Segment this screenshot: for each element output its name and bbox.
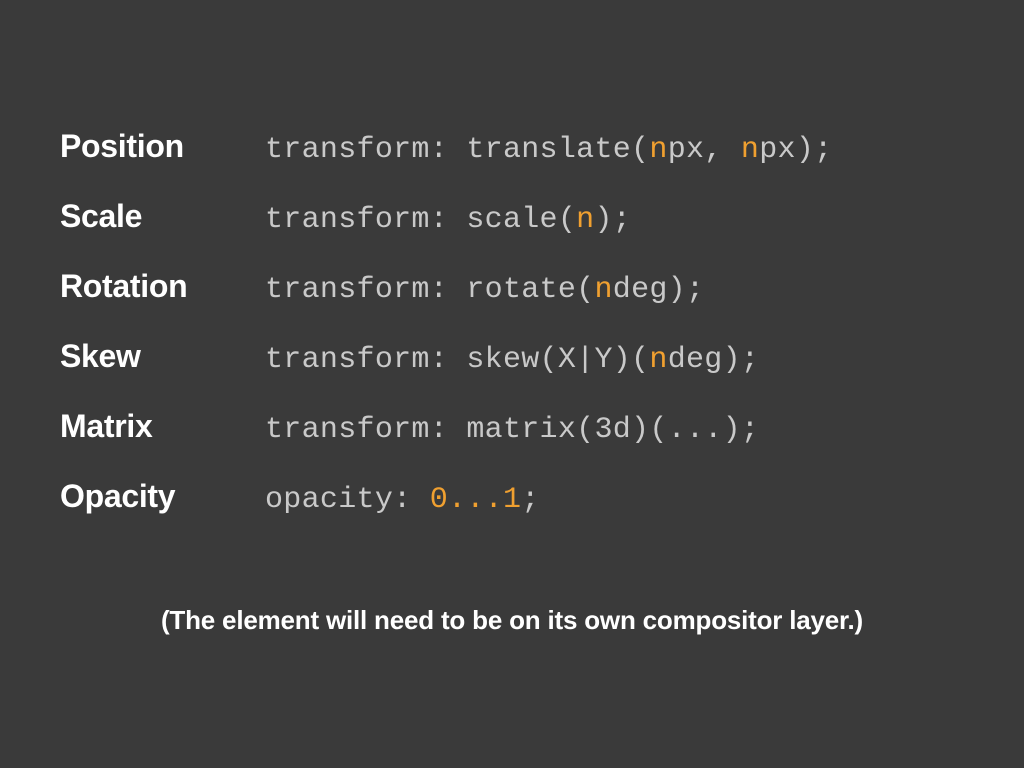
code-segment: transform: scale( xyxy=(265,203,576,237)
code-snippet: transform: rotate(ndeg); xyxy=(265,273,704,307)
code-highlight: n xyxy=(594,273,612,307)
code-snippet: transform: matrix(3d)(...); xyxy=(265,413,759,447)
table-row: Matrixtransform: matrix(3d)(...); xyxy=(60,408,964,447)
property-label: Opacity xyxy=(60,478,265,515)
footnote-text: (The element will need to be on its own … xyxy=(60,605,964,636)
property-label: Rotation xyxy=(60,268,265,305)
code-segment: px); xyxy=(759,133,832,167)
property-label: Skew xyxy=(60,338,265,375)
table-row: Positiontransform: translate(npx, npx); xyxy=(60,128,964,167)
code-highlight: n xyxy=(649,343,667,377)
code-segment: px, xyxy=(668,133,741,167)
slide: Positiontransform: translate(npx, npx);S… xyxy=(0,0,1024,768)
code-segment: transform: matrix(3d)(...); xyxy=(265,413,759,447)
code-segment: ); xyxy=(594,203,631,237)
code-segment: transform: skew(X|Y)( xyxy=(265,343,649,377)
code-snippet: opacity: 0...1; xyxy=(265,483,540,517)
code-segment: ; xyxy=(521,483,539,517)
code-snippet: transform: skew(X|Y)(ndeg); xyxy=(265,343,759,377)
table-row: Scaletransform: scale(n); xyxy=(60,198,964,237)
code-segment: opacity: xyxy=(265,483,430,517)
code-segment: transform: rotate( xyxy=(265,273,594,307)
property-table: Positiontransform: translate(npx, npx);S… xyxy=(60,128,964,517)
code-segment: deg); xyxy=(613,273,705,307)
code-highlight: 0...1 xyxy=(430,483,522,517)
property-label: Position xyxy=(60,128,265,165)
code-segment: transform: translate( xyxy=(265,133,649,167)
table-row: Opacityopacity: 0...1; xyxy=(60,478,964,517)
table-row: Skewtransform: skew(X|Y)(ndeg); xyxy=(60,338,964,377)
table-row: Rotationtransform: rotate(ndeg); xyxy=(60,268,964,307)
code-segment: deg); xyxy=(668,343,760,377)
property-label: Matrix xyxy=(60,408,265,445)
code-highlight: n xyxy=(649,133,667,167)
code-highlight: n xyxy=(576,203,594,237)
property-label: Scale xyxy=(60,198,265,235)
code-highlight: n xyxy=(741,133,759,167)
code-snippet: transform: translate(npx, npx); xyxy=(265,133,832,167)
code-snippet: transform: scale(n); xyxy=(265,203,631,237)
